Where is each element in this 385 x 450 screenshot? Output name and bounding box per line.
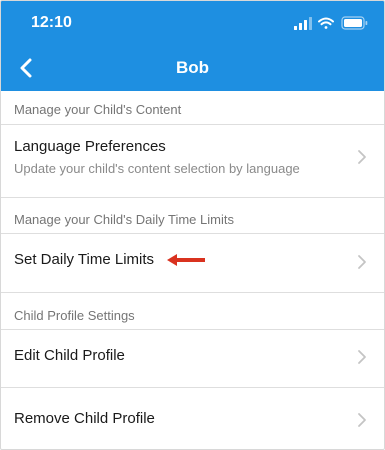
row-subtitle: Update your child's content selection by…	[14, 161, 300, 176]
chevron-right-icon	[358, 413, 366, 427]
page-title: Bob	[175, 58, 210, 77]
row-title: Remove Child Profile	[14, 410, 155, 427]
edit-child-profile-row[interactable]: Edit Child Profile	[1, 330, 384, 386]
section-header-time-limits: Manage your Child's Daily Time Limits	[14, 212, 234, 227]
row-title: Set Daily Time Limits	[14, 251, 155, 268]
divider	[1, 197, 384, 198]
cellular-signal-icon	[294, 17, 312, 30]
chevron-right-icon	[358, 150, 366, 164]
chevron-right-icon	[358, 350, 366, 364]
section-header-content: Manage your Child's Content	[14, 102, 182, 117]
divider	[1, 292, 384, 293]
chevron-right-icon	[358, 255, 366, 269]
annotation-arrow	[167, 254, 205, 266]
wifi-icon	[318, 17, 334, 29]
language-preferences-row[interactable]: Language Preferences Update your child's…	[1, 125, 384, 190]
row-title: Language Preferences	[14, 138, 166, 155]
status-icons	[294, 16, 368, 30]
navigation-bar: Bob	[1, 45, 384, 91]
row-title: Edit Child Profile	[14, 347, 125, 364]
set-daily-time-limits-row[interactable]: Set Daily Time Limits	[1, 234, 384, 291]
status-bar: 12:10	[1, 1, 384, 45]
battery-icon	[341, 16, 368, 30]
remove-child-profile-row[interactable]: Remove Child Profile	[1, 388, 384, 446]
status-time: 12:10	[31, 14, 72, 31]
app-screen: 12:10 Bob Manage your Child's Content La…	[0, 0, 385, 450]
section-header-profile-settings: Child Profile Settings	[14, 308, 135, 323]
